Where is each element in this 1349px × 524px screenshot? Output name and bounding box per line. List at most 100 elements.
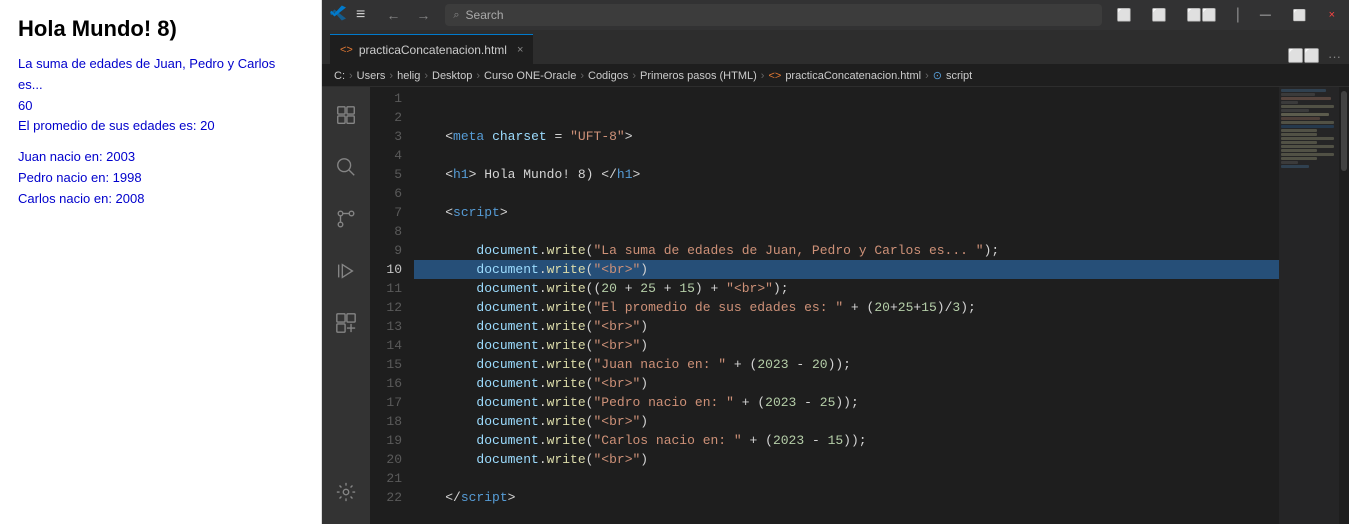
activity-source-control[interactable] xyxy=(322,195,370,243)
breadcrumb-codigos[interactable]: Codigos xyxy=(588,70,628,82)
titlebar-right-controls: ⬜ ⬜ ⬜⬜ | — ⬜ × xyxy=(1112,6,1341,24)
line-num-9: 9 xyxy=(370,241,402,260)
code-line-5: <h1> Hola Mundo! 8) </h1> xyxy=(414,165,1279,184)
tab-file-icon: <> xyxy=(340,44,353,56)
code-line-14: document.write("<br>") xyxy=(414,336,1279,355)
nav-back-button[interactable]: ← xyxy=(381,5,405,25)
breadcrumb-users[interactable]: Users xyxy=(357,70,386,82)
vscode-icon xyxy=(330,5,346,26)
code-line-11: document.write((20 + 25 + 15) + "<br>"); xyxy=(414,279,1279,298)
tab-practicaconcatenacion[interactable]: <> practicaConcatenacion.html × xyxy=(330,34,533,64)
breadcrumb: C: › Users › helig › Desktop › Curso ONE… xyxy=(322,65,1349,87)
breadcrumb-scope: script xyxy=(946,70,972,82)
line-num-18: 18 xyxy=(370,412,402,431)
code-line-12: document.write("El promedio de sus edade… xyxy=(414,298,1279,317)
line-num-22: 22 xyxy=(370,488,402,507)
activity-bar xyxy=(322,87,370,524)
line-num-5: 5 xyxy=(370,165,402,184)
line-num-17: 17 xyxy=(370,393,402,412)
search-placeholder: Search xyxy=(466,8,504,22)
line-num-6: 6 xyxy=(370,184,402,203)
line-num-19: 19 xyxy=(370,431,402,450)
browser-title: Hola Mundo! 8) xyxy=(18,16,303,42)
line-num-8: 8 xyxy=(370,222,402,241)
code-line-7: <script> xyxy=(414,203,1279,222)
layout-btn-1[interactable]: ⬜ xyxy=(1112,6,1137,24)
maximize-button[interactable]: ⬜ xyxy=(1287,7,1313,24)
code-line-17: document.write("Pedro nacio en: " + (202… xyxy=(414,393,1279,412)
code-line-10: document.write("<br>") xyxy=(414,260,1279,279)
line-num-11: 11 xyxy=(370,279,402,298)
search-bar[interactable]: ⌕ Search xyxy=(445,4,1102,26)
line-num-4: 4 xyxy=(370,146,402,165)
code-line-19: document.write("Carlos nacio en: " + (20… xyxy=(414,431,1279,450)
breadcrumb-primeros[interactable]: Primeros pasos (HTML) xyxy=(640,70,757,82)
breadcrumb-c: C: xyxy=(334,70,345,82)
breadcrumb-scope-icon: ⊙ xyxy=(933,69,942,82)
browser-output-panel: Hola Mundo! 8) La suma de edades de Juan… xyxy=(0,0,322,524)
layout-btn-2[interactable]: ⬜ xyxy=(1147,6,1172,24)
tab-label: practicaConcatenacion.html xyxy=(359,43,507,57)
split-editor-icon[interactable]: ⬜⬜ xyxy=(1288,48,1320,64)
code-line-13: document.write("<br>") xyxy=(414,317,1279,336)
breadcrumb-helig[interactable]: helig xyxy=(397,70,420,82)
activity-settings[interactable] xyxy=(322,468,370,516)
tabbar: <> practicaConcatenacion.html × ⬜⬜ ··· xyxy=(322,30,1349,65)
code-line-2 xyxy=(414,108,1279,127)
layout-btn-3[interactable]: ⬜⬜ xyxy=(1182,6,1222,24)
vscode-panel: ≡ ← → ⌕ Search ⬜ ⬜ ⬜⬜ | — ⬜ × <> practic… xyxy=(322,0,1349,524)
line-num-14: 14 xyxy=(370,336,402,355)
code-line-6 xyxy=(414,184,1279,203)
line-num-1: 1 xyxy=(370,89,402,108)
breadcrumb-file-icon: <> xyxy=(768,70,781,82)
code-line-21 xyxy=(414,469,1279,488)
output-line-2: 60 xyxy=(18,96,303,117)
line-num-10: 10 xyxy=(370,260,402,279)
more-actions-icon[interactable]: ··· xyxy=(1328,49,1341,64)
editor-scrollbar[interactable] xyxy=(1339,87,1349,524)
code-line-16: document.write("<br>") xyxy=(414,374,1279,393)
code-line-4 xyxy=(414,146,1279,165)
line-num-21: 21 xyxy=(370,469,402,488)
code-line-18: document.write("<br>") xyxy=(414,412,1279,431)
minimap xyxy=(1279,87,1339,524)
output-line-3: El promedio de sus edades es: 20 xyxy=(18,116,303,137)
line-num-12: 12 xyxy=(370,298,402,317)
scrollbar-thumb[interactable] xyxy=(1341,91,1347,171)
code-line-8 xyxy=(414,222,1279,241)
code-line-15: document.write("Juan nacio en: " + (2023… xyxy=(414,355,1279,374)
code-line-3: <meta charset = "UFT-8"> xyxy=(414,127,1279,146)
editor-area: 1 2 3 4 5 6 7 8 9 10 11 12 13 14 15 16 1… xyxy=(322,87,1349,524)
breadcrumb-curso[interactable]: Curso ONE-Oracle xyxy=(484,70,576,82)
output-line-1: La suma de edades de Juan, Pedro y Carlo… xyxy=(18,54,303,96)
close-button[interactable]: × xyxy=(1323,7,1341,23)
search-icon: ⌕ xyxy=(453,9,459,22)
code-line-9: document.write("La suma de edades de Jua… xyxy=(414,241,1279,260)
output-line-5: Pedro nacio en: 1998 xyxy=(18,168,303,189)
line-num-16: 16 xyxy=(370,374,402,393)
line-num-13: 13 xyxy=(370,317,402,336)
code-content: <meta charset = "UFT-8"> <h1> Hola Mundo… xyxy=(410,87,1279,524)
activity-search[interactable] xyxy=(322,143,370,191)
menu-icon[interactable]: ≡ xyxy=(356,6,365,24)
line-num-15: 15 xyxy=(370,355,402,374)
nav-forward-button[interactable]: → xyxy=(411,5,435,25)
activity-run[interactable] xyxy=(322,247,370,295)
activity-extensions[interactable] xyxy=(322,299,370,347)
code-line-1 xyxy=(414,89,1279,108)
tab-close-button[interactable]: × xyxy=(517,44,523,56)
tabbar-right: ⬜⬜ ··· xyxy=(1288,48,1341,64)
code-line-20: document.write("<br>") xyxy=(414,450,1279,469)
navigation-buttons: ← → xyxy=(381,5,435,25)
breadcrumb-filename[interactable]: practicaConcatenacion.html xyxy=(785,70,921,82)
breadcrumb-desktop[interactable]: Desktop xyxy=(432,70,472,82)
activity-explorer[interactable] xyxy=(322,91,370,139)
output-line-6: Carlos nacio en: 2008 xyxy=(18,189,303,210)
titlebar: ≡ ← → ⌕ Search ⬜ ⬜ ⬜⬜ | — ⬜ × xyxy=(322,0,1349,30)
line-num-2: 2 xyxy=(370,108,402,127)
line-num-20: 20 xyxy=(370,450,402,469)
line-numbers: 1 2 3 4 5 6 7 8 9 10 11 12 13 14 15 16 1… xyxy=(370,87,410,524)
code-editor[interactable]: 1 2 3 4 5 6 7 8 9 10 11 12 13 14 15 16 1… xyxy=(370,87,1349,524)
line-num-7: 7 xyxy=(370,203,402,222)
minimize-button[interactable]: — xyxy=(1254,7,1277,23)
